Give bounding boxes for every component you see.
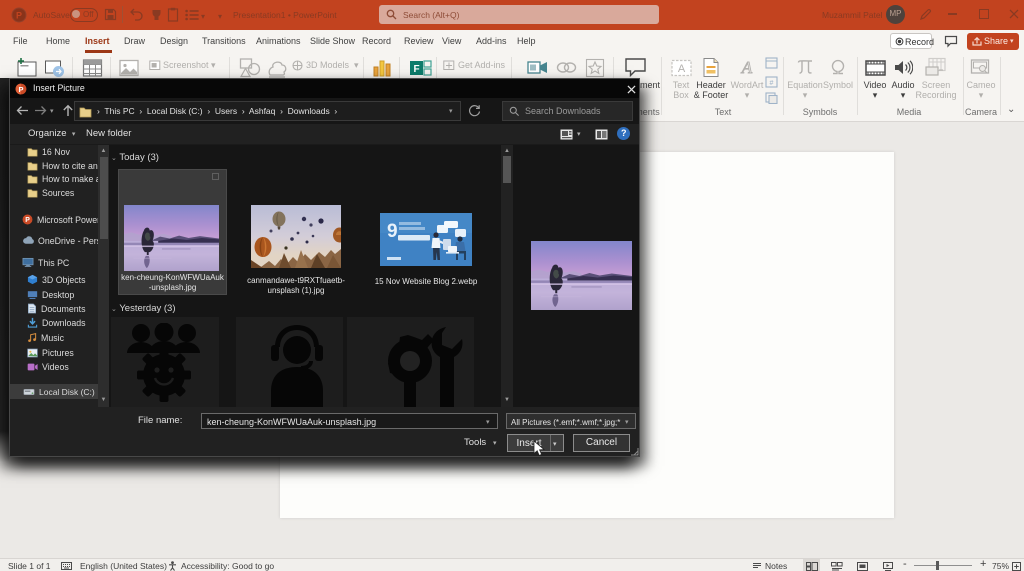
svg-text:P: P (16, 11, 22, 21)
svg-text:A: A (741, 58, 753, 76)
svg-text:P: P (25, 217, 30, 224)
svg-text:#: # (770, 80, 774, 87)
svg-text:P: P (18, 84, 23, 93)
svg-text:9: 9 (387, 221, 398, 242)
svg-text:A: A (678, 63, 686, 75)
svg-text:F: F (413, 64, 419, 75)
